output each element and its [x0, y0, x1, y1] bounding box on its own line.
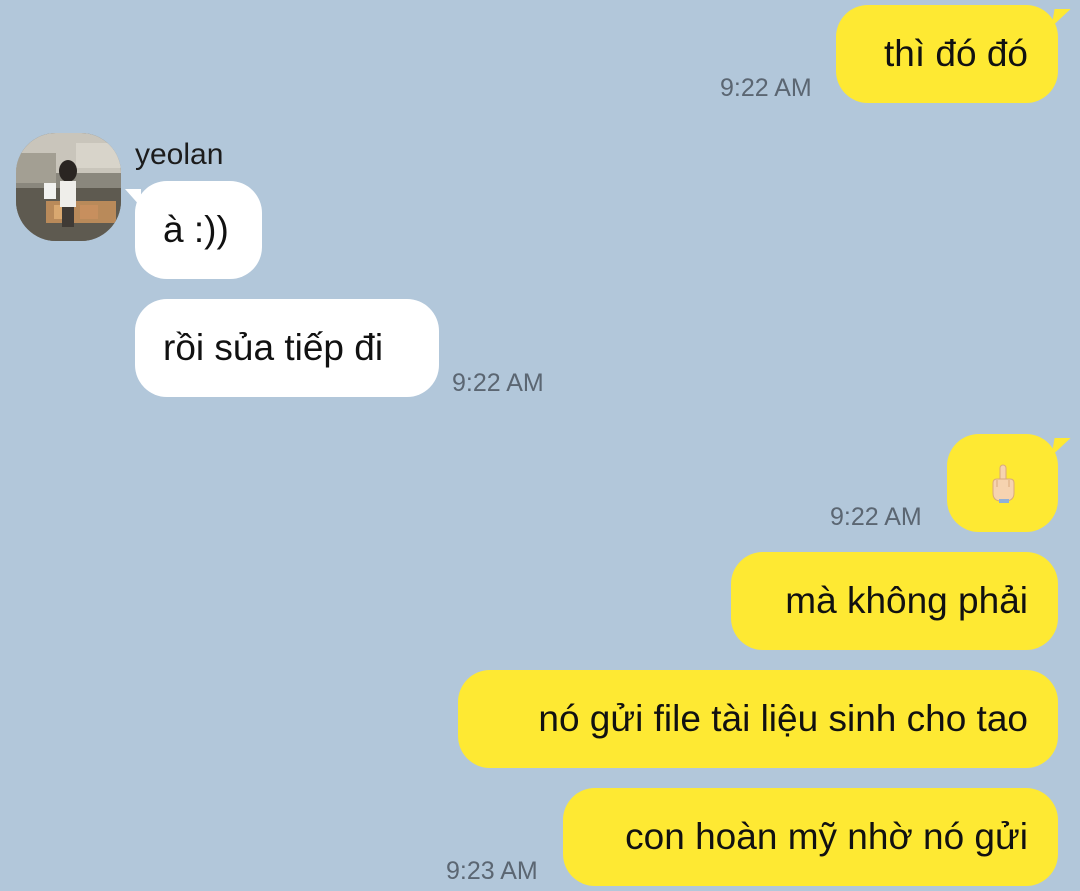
message-timestamp: 9:22 AM [830, 503, 922, 531]
message-timestamp: 9:23 AM [446, 857, 538, 885]
outgoing-message-bubble[interactable]: mà không phải [731, 552, 1058, 650]
message-text: nó gửi file tài liệu sinh cho tao [538, 698, 1028, 739]
message-text: thì đó đó [883, 33, 1028, 74]
message-timestamp: 9:22 AM [720, 74, 812, 102]
outgoing-message-bubble[interactable]: con hoàn mỹ nhờ nó gửi [563, 788, 1058, 886]
message-text: rồi sủa tiếp đi [163, 327, 384, 368]
incoming-message-bubble[interactable]: rồi sủa tiếp đi [135, 299, 439, 397]
middle-finger-emoji-icon [988, 463, 1018, 503]
message-timestamp: 9:22 AM [452, 369, 544, 397]
incoming-message-bubble[interactable]: à :)) [125, 181, 262, 279]
message-text: mà không phải [785, 580, 1028, 621]
outgoing-message-bubble[interactable]: nó gửi file tài liệu sinh cho tao [458, 670, 1058, 768]
avatar[interactable] [16, 133, 121, 241]
outgoing-message-bubble[interactable] [947, 434, 1058, 532]
message-text: con hoàn mỹ nhờ nó gửi [625, 816, 1028, 857]
avatar-photo [16, 133, 121, 241]
outgoing-message-bubble[interactable]: thì đó đó [836, 5, 1058, 103]
sender-name: yeolan [135, 138, 224, 171]
message-text: à :)) [163, 209, 229, 250]
